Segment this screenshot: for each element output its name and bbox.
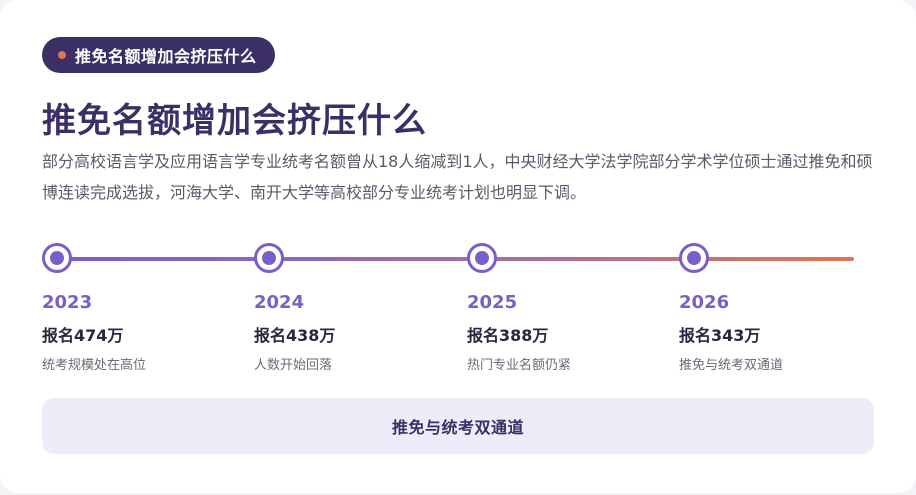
timeline-step-2026: 2026 报名343万 推免与统考双通道 — [679, 290, 879, 375]
badge-label: 推免名额增加会挤压什么 — [75, 47, 257, 66]
timeline-track — [42, 243, 854, 273]
timeline-step-2023: 2023 报名474万 统考规模处在高位 — [42, 290, 242, 375]
topic-badge: 推免名额增加会挤压什么 — [42, 37, 275, 73]
step-note: 热门专业名额仍紧 — [467, 358, 572, 373]
timeline-node-2023 — [42, 243, 72, 273]
summary-bar: 推免与统考双通道 — [42, 398, 874, 454]
timeline-line — [54, 257, 854, 261]
step-note: 统考规模处在高位 — [42, 358, 147, 373]
timeline-node-dot-icon — [262, 251, 276, 265]
step-note: 推免与统考双通道 — [679, 358, 784, 373]
page-description: 部分高校语言学及应用语言学专业统考名额曾从18人缩减到1人，中央财经大学法学院部… — [42, 152, 873, 202]
step-count: 报名474万 — [42, 326, 124, 345]
step-count: 报名388万 — [467, 326, 549, 345]
summary-label: 推免与统考双通道 — [391, 418, 524, 437]
step-year: 2026 — [679, 292, 730, 313]
timeline-node-dot-icon — [50, 251, 64, 265]
step-year: 2023 — [42, 292, 93, 313]
timeline-step-2024: 2024 报名438万 人数开始回落 — [254, 290, 454, 375]
timeline-node-dot-icon — [687, 251, 701, 265]
step-year: 2024 — [254, 292, 305, 313]
step-count: 报名438万 — [254, 326, 336, 345]
step-note: 人数开始回落 — [254, 358, 333, 373]
timeline-node-2024 — [254, 243, 284, 273]
badge-dot-icon — [58, 51, 66, 59]
page-title: 推免名额增加会挤压什么 — [42, 101, 427, 141]
timeline-node-2025 — [467, 243, 497, 273]
timeline-node-dot-icon — [475, 251, 489, 265]
timeline-node-2026 — [679, 243, 709, 273]
step-year: 2025 — [467, 292, 518, 313]
timeline-step-2025: 2025 报名388万 热门专业名额仍紧 — [467, 290, 667, 375]
step-count: 报名343万 — [679, 326, 761, 345]
content-card: 推免名额增加会挤压什么 推免名额增加会挤压什么 部分高校语言学及应用语言学专业统… — [0, 0, 916, 493]
